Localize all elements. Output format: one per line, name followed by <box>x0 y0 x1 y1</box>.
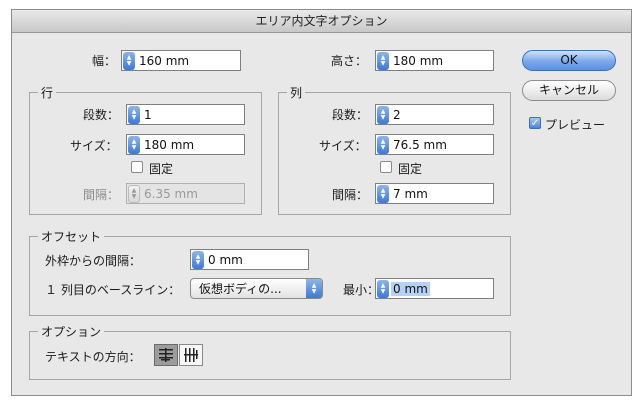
baseline-popup-value[interactable]: 仮想ボディの... <box>191 280 306 297</box>
min-field[interactable]: ▲ ▼ 0 mm <box>375 278 494 299</box>
offset-group-title: オフセット <box>38 228 105 245</box>
text-direction-label: テキストの方向： <box>45 350 141 364</box>
columns-size-stepper[interactable]: ▲ ▼ <box>377 135 389 154</box>
columns-count-label: 段数： <box>332 108 369 122</box>
rows-size-stepper[interactable]: ▲ ▼ <box>128 135 140 154</box>
height-label: 高さ： <box>331 54 368 68</box>
inset-value[interactable]: 0 mm <box>204 253 243 267</box>
rows-fixed-checkbox[interactable] <box>131 161 143 173</box>
dialog-window: エリア内文字オプション 幅： ▲ ▼ 160 mm 高さ： ▲ ▼ 180 mm 行… <box>11 9 632 396</box>
rows-fixed-label: 固定 <box>149 162 174 176</box>
columns-group-title: 列 <box>287 84 306 101</box>
rows-gutter-field: ▲ ▼ 6.35 mm <box>126 183 245 204</box>
columns-gutter-stepper[interactable]: ▲ ▼ <box>377 184 389 203</box>
rows-group-title: 行 <box>38 84 57 101</box>
dialog-title: エリア内文字オプション <box>12 10 631 33</box>
rows-count-stepper[interactable]: ▲ ▼ <box>128 105 140 124</box>
rows-gutter-value: 6.35 mm <box>144 186 198 201</box>
height-field[interactable]: ▲ ▼ 180 mm <box>375 50 494 71</box>
rows-size-field[interactable]: ▲ ▼ 180 mm <box>126 134 245 155</box>
columns-count-value[interactable]: 2 <box>389 108 401 122</box>
rows-count-value[interactable]: 1 <box>140 108 152 122</box>
min-label: 最小： <box>343 283 380 297</box>
columns-count-stepper[interactable]: ▲ ▼ <box>377 105 389 124</box>
rows-count-field[interactable]: ▲ ▼ 1 <box>126 104 245 125</box>
columns-count-field[interactable]: ▲ ▼ 2 <box>375 104 494 125</box>
min-value[interactable]: 0 mm <box>391 281 430 296</box>
rows-gutter-label: 間隔： <box>83 188 120 202</box>
popup-arrows-icon[interactable]: ▲ ▼ <box>306 279 322 298</box>
preview-checkbox[interactable]: ✓ <box>529 117 541 129</box>
preview-label: プレビュー <box>545 118 606 132</box>
rows-gutter-stepper: ▲ ▼ <box>128 184 140 203</box>
columns-gutter-value[interactable]: 7 mm <box>389 187 428 201</box>
baseline-popup[interactable]: 仮想ボディの... ▲ ▼ <box>190 278 323 299</box>
cancel-button[interactable]: キャンセル <box>522 80 616 101</box>
columns-gutter-field[interactable]: ▲ ▼ 7 mm <box>375 183 494 204</box>
vertical-text-icon <box>184 348 198 362</box>
ok-button[interactable]: OK <box>522 50 616 71</box>
min-stepper[interactable]: ▲ ▼ <box>377 279 389 298</box>
width-stepper[interactable]: ▲ ▼ <box>123 51 135 70</box>
horizontal-text-button[interactable] <box>154 344 178 366</box>
columns-fixed-checkbox[interactable] <box>380 161 392 173</box>
rows-size-value[interactable]: 180 mm <box>140 138 194 152</box>
columns-gutter-label: 間隔： <box>332 188 369 202</box>
width-field[interactable]: ▲ ▼ 160 mm <box>121 50 241 71</box>
width-value[interactable]: 160 mm <box>135 54 189 68</box>
inset-field[interactable]: ▲ ▼ 0 mm <box>190 249 309 270</box>
inset-stepper[interactable]: ▲ ▼ <box>192 250 204 269</box>
options-group-title: オプション <box>38 323 105 340</box>
baseline-label: １ 列目のベースライン： <box>45 283 181 297</box>
inset-label: 外枠からの間隔： <box>45 254 142 268</box>
columns-fixed-label: 固定 <box>398 162 423 176</box>
vertical-text-button[interactable] <box>179 344 203 366</box>
height-value[interactable]: 180 mm <box>389 54 443 68</box>
columns-size-field[interactable]: ▲ ▼ 76.5 mm <box>375 134 494 155</box>
rows-size-label: サイズ： <box>70 139 118 153</box>
columns-size-label: サイズ： <box>319 139 367 153</box>
rows-count-label: 段数： <box>83 108 120 122</box>
offset-group <box>29 236 511 316</box>
height-stepper[interactable]: ▲ ▼ <box>377 51 389 70</box>
width-label: 幅： <box>92 54 117 68</box>
columns-size-value[interactable]: 76.5 mm <box>389 138 447 152</box>
horizontal-text-icon <box>159 348 173 362</box>
